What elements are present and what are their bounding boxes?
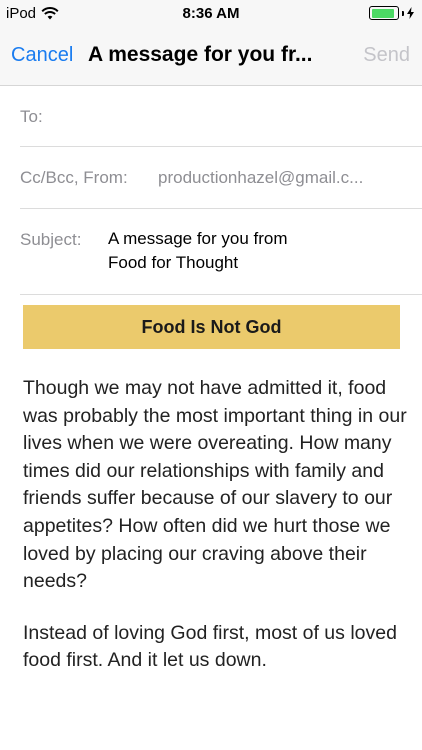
compose-nav-bar: Cancel A message for you fr... Send: [0, 28, 422, 86]
message-title-banner: Food Is Not God: [23, 305, 400, 349]
charging-bolt-icon: [407, 7, 414, 19]
cc-bcc-from-label: Cc/Bcc, From:: [20, 168, 128, 187]
to-field[interactable]: To:: [20, 86, 422, 147]
subject-field[interactable]: Subject: A message for you from Food for…: [20, 209, 422, 295]
battery-level: [371, 8, 394, 18]
subject-label: Subject:: [20, 230, 82, 249]
battery-icon: [369, 6, 399, 20]
cc-bcc-from-field[interactable]: Cc/Bcc, From: productionhazel@gmail.c...: [20, 147, 422, 209]
subject-value[interactable]: A message for you from Food for Thought: [108, 227, 368, 275]
from-value: productionhazel@gmail.c...: [158, 168, 364, 187]
battery-cap: [402, 10, 404, 16]
to-label: To:: [20, 107, 43, 126]
status-right: [369, 6, 414, 20]
body-paragraph-2: Instead of loving God first, most of us …: [23, 621, 397, 672]
send-button[interactable]: Send: [363, 44, 410, 67]
subject-line-2: Food for Thought: [108, 253, 239, 272]
subject-line-1: A message for you from: [108, 229, 288, 248]
cancel-button[interactable]: Cancel: [11, 44, 73, 67]
message-body[interactable]: Though we may not have admitted it, food…: [23, 375, 413, 699]
body-paragraph-1: Though we may not have admitted it, food…: [23, 377, 407, 593]
compose-title: A message for you fr...: [88, 43, 313, 66]
status-bar: iPod 8:36 AM: [0, 0, 422, 28]
status-time: 8:36 AM: [182, 5, 240, 22]
